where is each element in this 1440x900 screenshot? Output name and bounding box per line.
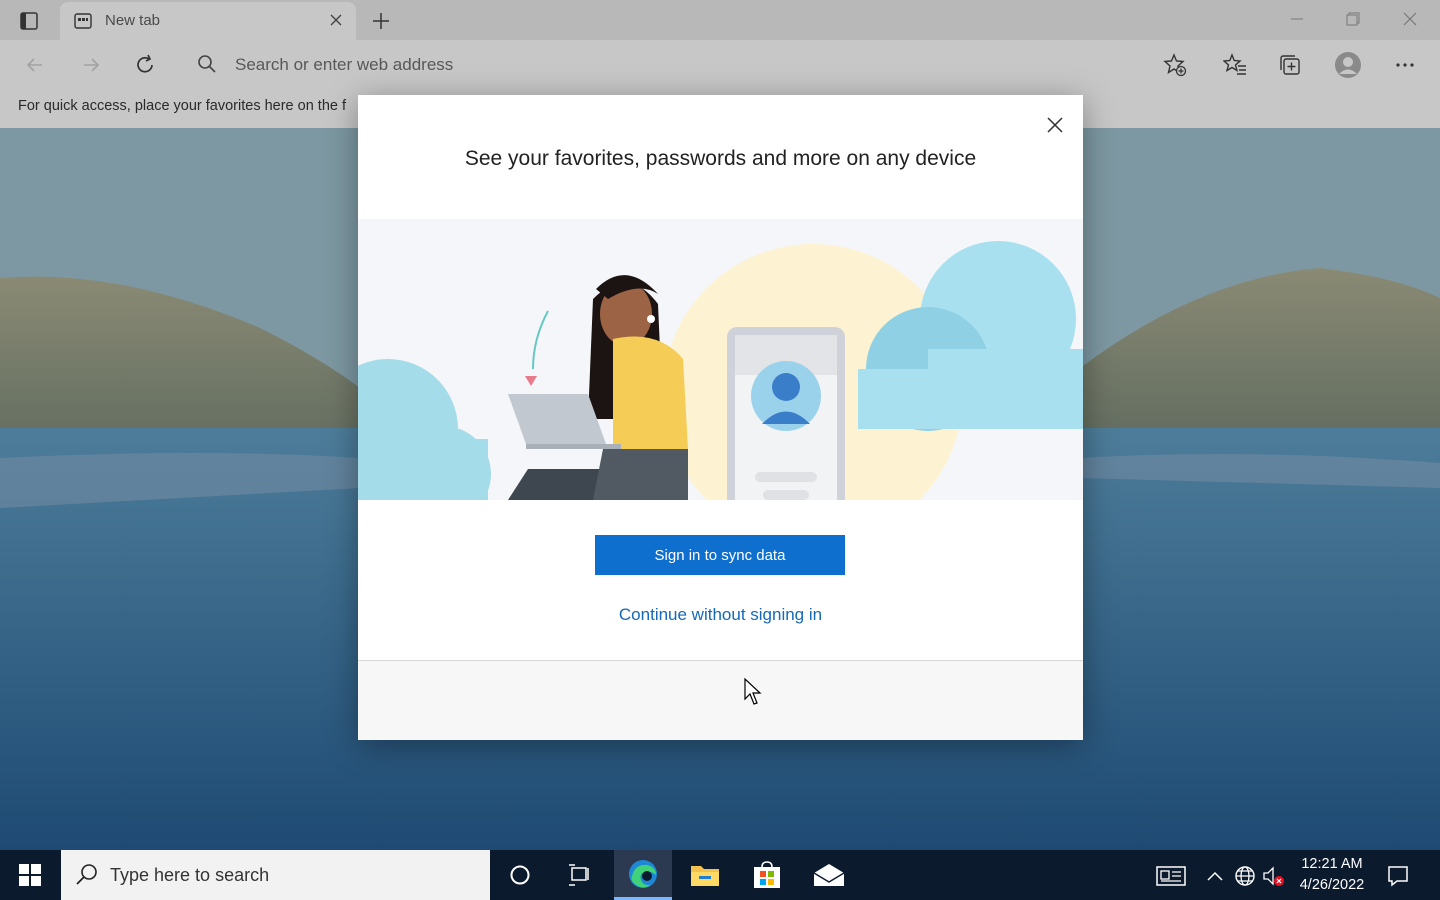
- back-button[interactable]: [20, 50, 50, 80]
- network-button[interactable]: [1233, 864, 1257, 888]
- mouse-pointer-icon: [744, 677, 764, 711]
- chevron-up-icon: [1207, 871, 1223, 881]
- tab-actions-icon: [20, 12, 38, 30]
- browser-toolbar: Search or enter web address: [0, 40, 1440, 88]
- address-bar[interactable]: Search or enter web address: [183, 44, 1208, 84]
- restore-icon: [1346, 12, 1360, 26]
- clock-time: 12:21 AM: [1301, 856, 1363, 872]
- mail-icon: [813, 864, 845, 886]
- close-window-button[interactable]: [1390, 6, 1430, 32]
- new-tab-button[interactable]: [368, 8, 394, 34]
- favorites-bar-hint: For quick access, place your favorites h…: [18, 98, 347, 114]
- address-placeholder: Search or enter web address: [235, 55, 454, 74]
- dialog-close-button[interactable]: [1041, 111, 1069, 139]
- favorites-icon: [1223, 53, 1246, 75]
- forward-button[interactable]: [76, 50, 106, 80]
- refresh-icon: [137, 54, 153, 73]
- search-icon: [75, 863, 99, 892]
- action-center-button[interactable]: [1384, 862, 1412, 890]
- edge-taskbar-button[interactable]: [614, 850, 672, 900]
- mail-button[interactable]: [800, 850, 858, 900]
- tab-actions-button[interactable]: [12, 8, 46, 34]
- microsoft-store-button[interactable]: [738, 850, 796, 900]
- notification-icon: [1388, 866, 1408, 887]
- more-icon: [1396, 63, 1414, 67]
- minimize-icon: [1291, 18, 1303, 20]
- news-icon: [1156, 866, 1186, 886]
- file-explorer-icon: [691, 866, 719, 886]
- favorites-button[interactable]: [1220, 50, 1250, 80]
- collections-button[interactable]: [1275, 50, 1305, 80]
- task-view-icon: [569, 864, 589, 886]
- close-icon: [1047, 117, 1063, 133]
- collections-icon: [1280, 55, 1300, 75]
- profile-button[interactable]: [1333, 50, 1363, 80]
- dialog-footer: [358, 660, 1083, 740]
- woman-with-laptop-and-phone-illustration: [358, 219, 1083, 500]
- taskbar-search-placeholder: Type here to search: [110, 865, 270, 885]
- profile-avatar-icon: [1335, 52, 1361, 78]
- continue-without-signing-in-link[interactable]: Continue without signing in: [358, 605, 1083, 625]
- file-explorer-button[interactable]: [676, 850, 734, 900]
- dialog-title: See your favorites, passwords and more o…: [464, 147, 977, 170]
- volume-button[interactable]: [1262, 864, 1286, 888]
- new-tab-page-icon: [74, 12, 92, 35]
- news-button[interactable]: [1155, 864, 1187, 888]
- sync-sign-in-dialog: See your favorites, passwords and more o…: [358, 95, 1083, 740]
- volume-muted-icon: [1263, 866, 1284, 886]
- restore-button[interactable]: [1333, 6, 1373, 32]
- sign-in-to-sync-button[interactable]: Sign in to sync data: [595, 535, 845, 575]
- edge-icon: [629, 859, 657, 888]
- cortana-icon: [510, 865, 530, 885]
- star-add-icon: [1163, 53, 1187, 77]
- tab-new-tab[interactable]: New tab: [60, 2, 356, 40]
- refresh-button[interactable]: [130, 50, 160, 80]
- minimize-button[interactable]: [1277, 6, 1317, 32]
- add-favorite-button[interactable]: [1160, 50, 1190, 80]
- close-icon: [1403, 12, 1417, 26]
- sync-illustration: [358, 219, 1083, 500]
- clock-date: 4/26/2022: [1299, 877, 1365, 893]
- network-icon: [1235, 866, 1255, 886]
- plus-icon: [373, 13, 389, 29]
- forward-arrow-icon: [84, 58, 100, 72]
- search-icon: [197, 54, 217, 79]
- taskbar-search-box[interactable]: Type here to search: [61, 850, 490, 900]
- windows-taskbar: Type here to search 12:21 AM 4/26/2022: [0, 850, 1440, 900]
- settings-more-button[interactable]: [1390, 50, 1420, 80]
- tab-title: New tab: [105, 12, 161, 29]
- task-view-button[interactable]: [551, 850, 609, 900]
- back-arrow-icon: [26, 58, 42, 72]
- taskbar-clock[interactable]: 12:21 AM 4/26/2022: [1290, 854, 1374, 896]
- store-icon: [754, 861, 780, 888]
- windows-logo-icon: [19, 864, 41, 886]
- cortana-button[interactable]: [491, 850, 549, 900]
- close-tab-button[interactable]: [328, 12, 344, 33]
- tab-strip: New tab: [0, 0, 1440, 40]
- close-icon: [330, 14, 342, 26]
- start-button[interactable]: [0, 850, 60, 900]
- show-hidden-icons-button[interactable]: [1203, 864, 1227, 888]
